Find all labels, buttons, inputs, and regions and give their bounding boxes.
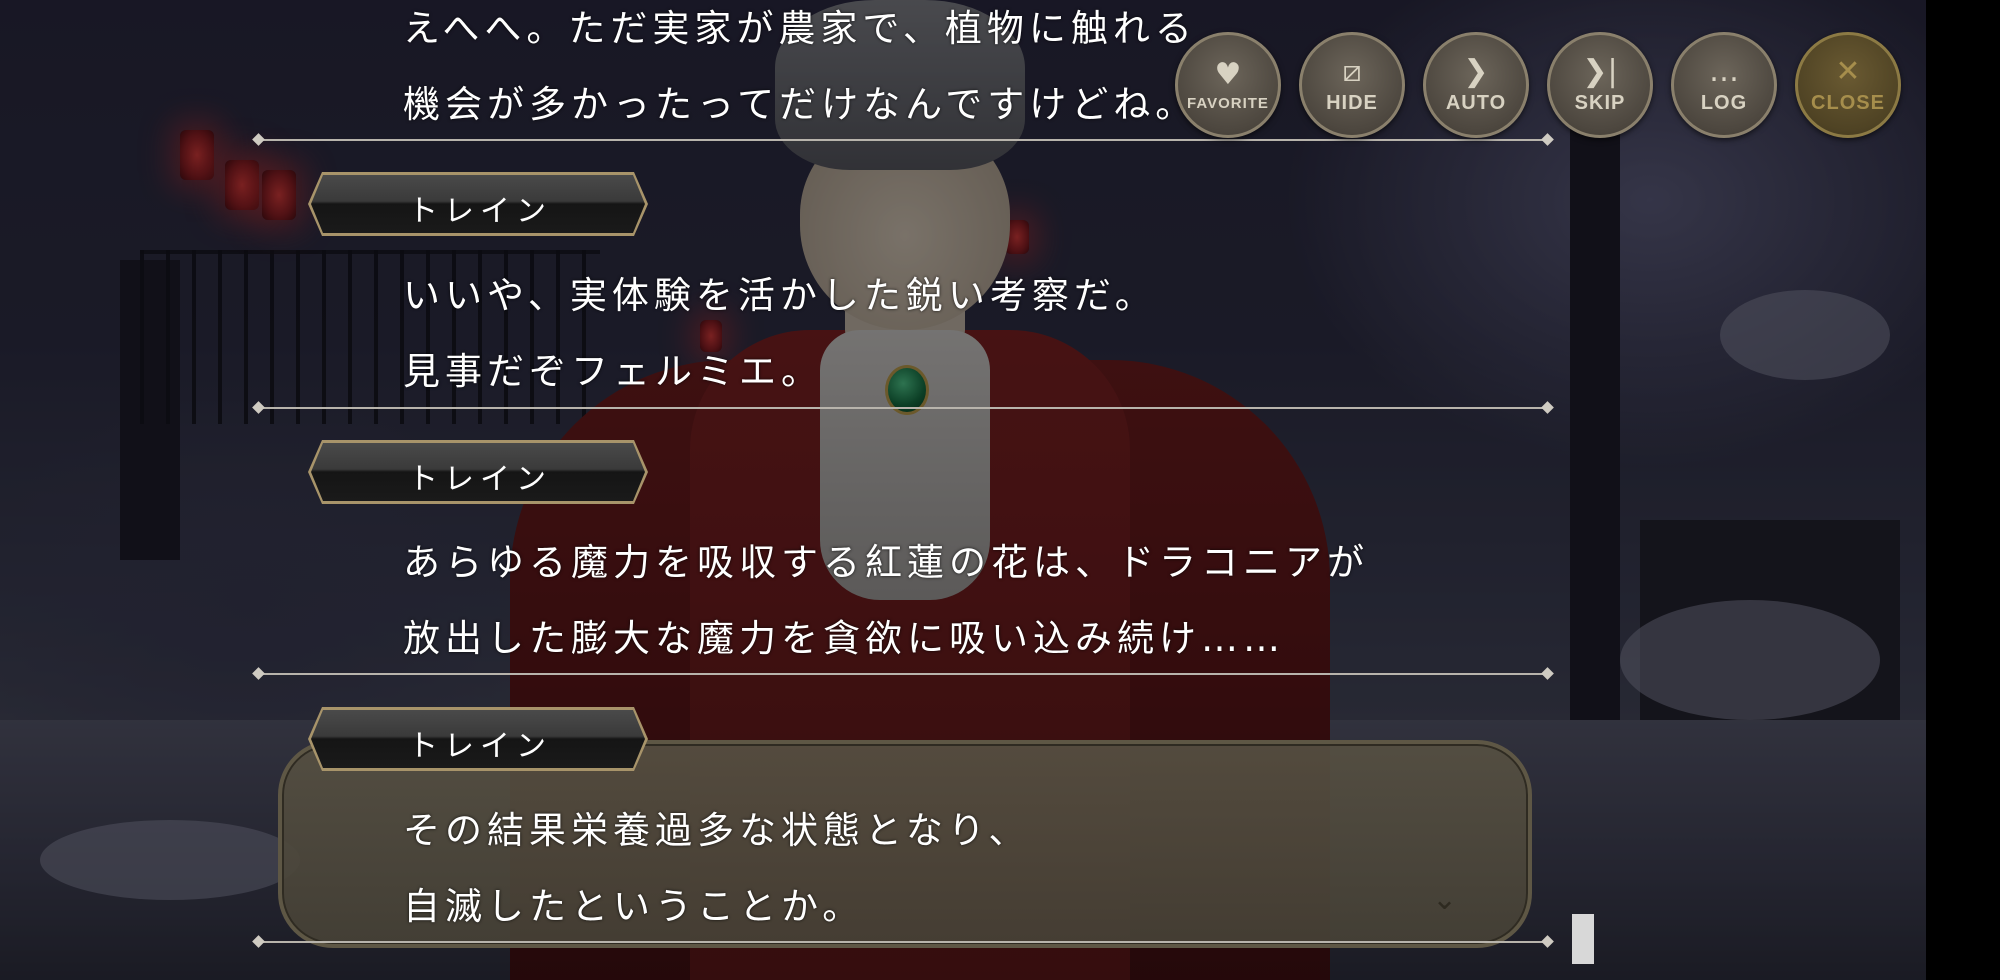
hide-label: HIDE — [1326, 91, 1378, 114]
auto-button[interactable]: ❯ AUTO — [1423, 32, 1529, 138]
log-scrollbar-thumb[interactable] — [1572, 914, 1594, 964]
favorite-label: FAVORITE — [1187, 94, 1269, 112]
entry-divider — [258, 941, 1548, 943]
dialogue-line: えへへ。ただ実家が農家で、植物に触れる — [403, 7, 1197, 50]
favorite-button[interactable]: ♥ FAVORITE — [1175, 32, 1281, 138]
chevron-down-icon: ⌄ — [1432, 882, 1458, 917]
skip-icon: ❯| — [1582, 53, 1618, 89]
chat-bubble-icon: … — [1709, 53, 1739, 89]
hide-icon: ⧄ — [1342, 53, 1362, 89]
skip-label: SKIP — [1574, 91, 1626, 114]
close-button[interactable]: ✕ CLOSE — [1795, 32, 1901, 138]
dialogue-line: 自滅したということか。 — [403, 885, 865, 928]
entry-divider — [258, 673, 1548, 675]
game-screen: ⌄ えへへ。ただ実家が農家で、植物に触れる 機会が多かったってだけなんですけどね… — [0, 0, 2000, 980]
heart-icon: ♥ — [1214, 56, 1242, 92]
log-label: LOG — [1700, 91, 1748, 114]
speaker-name: トレイン — [408, 729, 552, 764]
dialogue-line: その結果栄養過多な状態となり、 — [403, 809, 1031, 852]
entry-divider — [258, 139, 1548, 141]
dialogue-line: 見事だぞフェルミエ。 — [403, 350, 823, 393]
entry-divider — [258, 407, 1548, 409]
close-label: CLOSE — [1811, 91, 1885, 114]
log-button[interactable]: … LOG — [1671, 32, 1777, 138]
speaker-nameplate: トレイン — [308, 172, 648, 236]
auto-label: AUTO — [1445, 91, 1507, 114]
dialogue-line: あらゆる魔力を吸収する紅蓮の花は、ドラコニアが — [403, 541, 1369, 584]
speaker-name: トレイン — [408, 462, 552, 497]
skip-button[interactable]: ❯| SKIP — [1547, 32, 1653, 138]
speaker-nameplate: トレイン — [308, 440, 648, 504]
dialogue-line: いいや、実体験を活かした鋭い考察だ。 — [403, 274, 1157, 317]
screen-edge — [1926, 0, 2000, 980]
play-icon: ❯ — [1463, 53, 1489, 89]
dialogue-line: 機会が多かったってだけなんですけどね。 — [403, 83, 1198, 126]
speaker-nameplate: トレイン — [308, 707, 648, 771]
speaker-name: トレイン — [408, 194, 552, 229]
dialogue-line: 放出した膨大な魔力を貪欲に吸い込み続け…… — [403, 617, 1285, 660]
close-icon: ✕ — [1835, 53, 1861, 89]
hide-button[interactable]: ⧄ HIDE — [1299, 32, 1405, 138]
